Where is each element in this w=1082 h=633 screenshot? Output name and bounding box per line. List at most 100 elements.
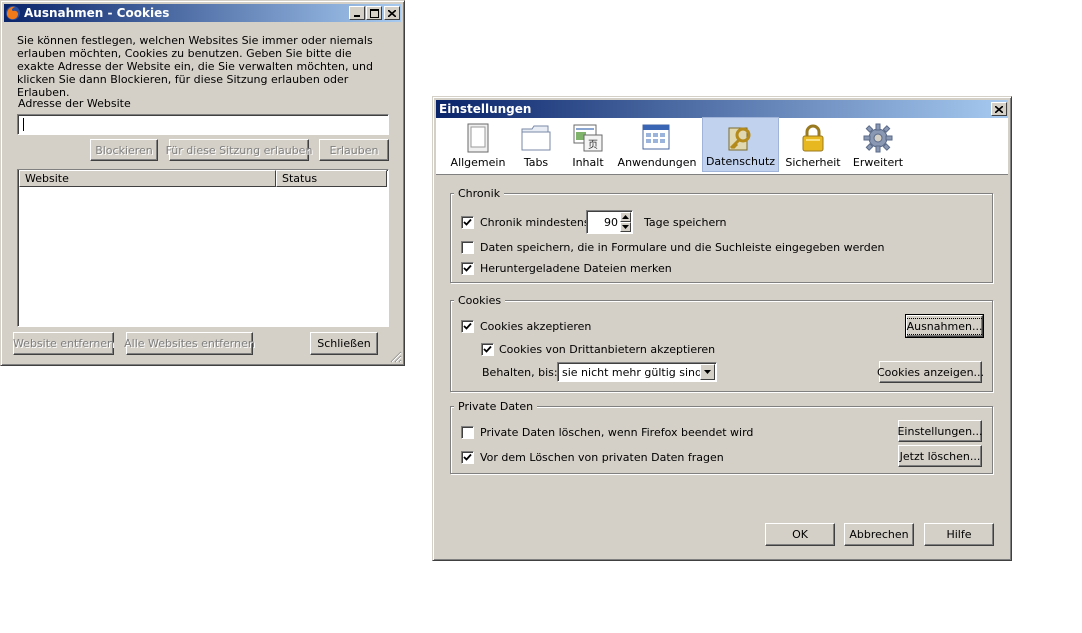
show-cookies-button[interactable]: Cookies anzeigen... — [876, 361, 985, 383]
tab-inhalt[interactable]: 页 Inhalt — [566, 117, 610, 172]
spinner-up-button[interactable] — [620, 212, 631, 222]
firefox-icon — [6, 6, 20, 20]
spin-up-icon — [622, 215, 629, 219]
history-days-value: 90 — [604, 216, 618, 229]
content-icon: 页 — [573, 124, 603, 152]
block-button-label: Blockieren — [95, 143, 153, 157]
exceptions-button[interactable]: Ausnahmen... — [904, 314, 985, 338]
cookies-group-title: Cookies — [454, 294, 506, 307]
tab-label: Erweitert — [852, 156, 904, 169]
accept-cookies-label: Cookies akzeptieren — [480, 320, 592, 333]
svg-text:页: 页 — [588, 139, 598, 151]
save-form-data-label: Daten speichern, die in Formulare und di… — [480, 241, 885, 254]
tab-sicherheit[interactable]: Sicherheit — [785, 117, 841, 172]
close-window-label: Schließen — [317, 337, 371, 350]
dropdown-button[interactable] — [700, 364, 715, 380]
clear-now-button[interactable]: Jetzt löschen... — [898, 445, 982, 467]
minimize-icon — [354, 15, 360, 17]
allow-button[interactable]: Erlauben — [319, 139, 389, 161]
cookie-window-titlebar[interactable]: Ausnahmen - Cookies — [4, 4, 401, 22]
settings-window-title: Einstellungen — [439, 102, 532, 116]
tab-anwendungen[interactable]: Anwendungen — [617, 117, 697, 172]
show-cookies-label: Cookies anzeigen... — [876, 365, 985, 379]
ask-before-clear-checkbox[interactable] — [461, 451, 474, 464]
ok-button[interactable]: OK — [765, 523, 835, 546]
allow-session-button[interactable]: Für diese Sitzung erlauben — [166, 139, 312, 161]
remove-all-button[interactable]: Alle Websites entfernen — [124, 332, 255, 355]
minimize-button[interactable] — [349, 6, 365, 20]
tab-datenschutz[interactable]: Datenschutz — [702, 117, 779, 172]
close-window-button[interactable]: Schließen — [310, 332, 378, 355]
address-label: Adresse der Website — [18, 97, 131, 110]
tab-label: Allgemein — [450, 156, 506, 169]
resize-grip-icon[interactable] — [390, 351, 402, 363]
clear-on-exit-label: Private Daten löschen, wenn Firefox been… — [480, 426, 754, 439]
tab-label: Anwendungen — [617, 156, 697, 169]
checkmark-icon — [483, 345, 492, 353]
block-button[interactable]: Blockieren — [90, 139, 158, 161]
clear-on-exit-checkbox[interactable] — [461, 426, 474, 439]
tab-label: Tabs — [523, 156, 549, 169]
remove-site-label: Website entfernen — [12, 337, 115, 350]
tab-tabs[interactable]: Tabs — [514, 117, 558, 172]
ask-before-clear-label: Vor dem Löschen von privaten Daten frage… — [480, 451, 724, 464]
privacy-icon — [728, 127, 750, 151]
maximize-button[interactable] — [366, 6, 382, 20]
remove-site-button[interactable]: Website entfernen — [13, 332, 114, 355]
private-data-group-title: Private Daten — [454, 400, 538, 413]
checkmark-icon — [463, 453, 472, 461]
tab-label: Sicherheit — [785, 156, 841, 169]
tab-erweitert[interactable]: Erweitert — [849, 117, 907, 172]
keep-history-suffix: Tage speichern — [644, 216, 727, 229]
maximize-icon — [369, 8, 379, 18]
keep-history-label: Chronik mindestens — [480, 216, 590, 229]
chevron-down-icon — [704, 370, 711, 374]
help-button[interactable]: Hilfe — [924, 523, 994, 546]
applications-icon — [642, 124, 670, 150]
tab-allgemein[interactable]: Allgemein — [450, 117, 506, 172]
private-data-settings-label: Einstellungen... — [897, 424, 983, 438]
allow-button-label: Erlauben — [329, 143, 379, 157]
remember-downloads-label: Heruntergeladene Dateien merken — [480, 262, 672, 275]
cancel-button[interactable]: Abbrechen — [844, 523, 914, 546]
cookie-description: Sie können festlegen, welchen Websites S… — [17, 34, 373, 99]
address-input[interactable] — [17, 114, 389, 135]
exceptions-button-label: Ausnahmen... — [904, 317, 985, 335]
gear-icon — [863, 123, 893, 153]
history-days-input[interactable]: 90 — [586, 210, 633, 234]
checkmark-icon — [463, 218, 472, 226]
settings-window-titlebar[interactable]: Einstellungen — [436, 100, 1008, 118]
ok-button-label: OK — [792, 528, 808, 541]
close-icon — [995, 105, 1003, 113]
cookie-window-title: Ausnahmen - Cookies — [24, 6, 170, 20]
keep-history-checkbox[interactable] — [461, 216, 474, 229]
column-header-status[interactable]: Status — [276, 170, 387, 187]
private-data-settings-button[interactable]: Einstellungen... — [897, 420, 983, 442]
keep-until-value: sie nicht mehr gültig sind — [562, 366, 702, 379]
text-cursor — [23, 118, 24, 131]
clear-now-label: Jetzt löschen... — [899, 449, 981, 463]
checkmark-icon — [463, 264, 472, 272]
settings-close-button[interactable] — [991, 102, 1007, 116]
close-icon — [388, 9, 396, 17]
keep-until-select[interactable]: sie nicht mehr gültig sind — [557, 362, 717, 382]
column-header-website[interactable]: Website — [19, 170, 276, 187]
accept-cookies-checkbox[interactable] — [461, 320, 474, 333]
lock-icon — [802, 124, 824, 152]
spin-down-icon — [622, 225, 629, 229]
site-list[interactable]: Website Status — [17, 169, 389, 327]
cookie-exceptions-window: Ausnahmen - Cookies Sie können festlegen… — [0, 0, 405, 366]
spinner-down-button[interactable] — [620, 222, 631, 232]
save-form-data-checkbox[interactable] — [461, 241, 474, 254]
tab-label: Datenschutz — [705, 155, 776, 168]
remove-all-label: Alle Websites entfernen — [124, 337, 255, 350]
remember-downloads-checkbox[interactable] — [461, 262, 474, 275]
cancel-button-label: Abbrechen — [849, 528, 909, 541]
allow-session-label: Für diese Sitzung erlauben — [165, 143, 313, 157]
keep-until-label: Behalten, bis: — [482, 366, 558, 379]
close-button[interactable] — [384, 6, 400, 20]
history-group-title: Chronik — [454, 187, 505, 200]
third-party-cookies-label: Cookies von Drittanbietern akzeptieren — [499, 343, 716, 356]
checkmark-icon — [463, 322, 472, 330]
third-party-cookies-checkbox[interactable] — [481, 343, 494, 356]
